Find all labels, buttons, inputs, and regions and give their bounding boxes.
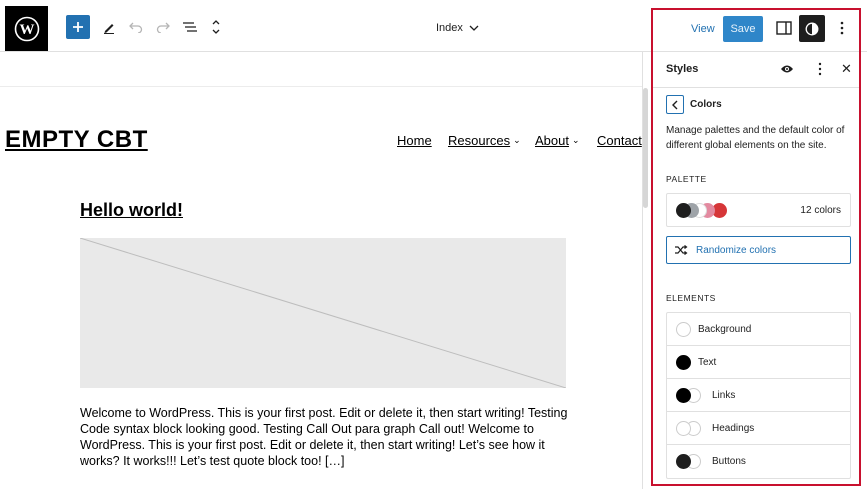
document-title-dropdown[interactable]: Index <box>436 22 479 34</box>
site-title[interactable]: EMPTY CBT <box>5 126 148 154</box>
undo-icon <box>129 22 143 33</box>
placeholder-diagonal <box>80 238 566 388</box>
nav-item-label: Resources <box>448 133 511 148</box>
featured-image-placeholder[interactable] <box>80 238 566 388</box>
color-indicator-pair <box>676 387 702 403</box>
nav-item-label: Home <box>397 133 432 148</box>
color-indicator <box>676 321 691 337</box>
close-icon: ✕ <box>841 61 852 76</box>
chevron-down-icon <box>469 25 479 31</box>
nav-item-about[interactable]: About ⌄ <box>535 133 580 148</box>
wordpress-logo-button[interactable]: W <box>5 6 48 51</box>
wordpress-icon: W <box>14 16 39 41</box>
colors-screen-title: Colors <box>690 99 722 110</box>
add-block-icon <box>73 22 83 32</box>
palette-section-label: PALETTE <box>666 174 707 184</box>
color-indicator-pair <box>676 454 702 469</box>
canvas-scrollbar[interactable] <box>643 88 648 208</box>
nav-item-label: About <box>535 133 569 148</box>
redo-button[interactable] <box>151 15 175 39</box>
element-label: Links <box>712 389 736 401</box>
elements-section-label: ELEMENTS <box>666 293 716 303</box>
styles-options-button[interactable] <box>816 62 824 76</box>
post-excerpt[interactable]: Welcome to WordPress. This is your first… <box>80 405 580 469</box>
list-view-icon <box>183 22 197 32</box>
nav-item-home[interactable]: Home <box>397 133 432 148</box>
style-book-button[interactable] <box>780 62 794 74</box>
randomize-colors-label: Randomize colors <box>696 244 777 256</box>
element-buttons[interactable]: Buttons <box>667 445 850 478</box>
chevron-up-down-icon <box>212 20 220 34</box>
nav-item-label: Contact <box>597 133 642 148</box>
shuffle-icon <box>675 245 688 255</box>
close-styles-button[interactable]: ✕ <box>841 62 852 75</box>
randomize-colors-button[interactable]: Randomize colors <box>666 236 851 264</box>
undo-button[interactable] <box>124 15 148 39</box>
add-block-button[interactable] <box>66 15 90 39</box>
back-button[interactable] <box>666 95 684 114</box>
options-icon <box>818 62 822 76</box>
element-headings[interactable]: Headings <box>667 412 850 445</box>
palette-button[interactable]: 12 colors <box>666 193 851 227</box>
palette-swatch <box>676 203 691 218</box>
element-label: Headings <box>712 422 755 434</box>
styles-panel-title: Styles <box>666 63 699 75</box>
chevron-down-icon: ⌄ <box>571 135 580 145</box>
element-links[interactable]: Links <box>667 379 850 412</box>
element-text[interactable]: Text <box>667 346 850 379</box>
chevron-left-icon <box>672 100 678 109</box>
element-label: Text <box>698 356 717 368</box>
svg-text:W: W <box>19 22 34 38</box>
color-indicator <box>676 354 691 370</box>
pencil-icon <box>104 24 114 34</box>
tools-button[interactable] <box>97 15 121 39</box>
panel-separator <box>653 87 859 88</box>
canvas-top-band <box>0 52 643 87</box>
post-title[interactable]: Hello world! <box>80 200 183 221</box>
element-label: Buttons <box>712 456 746 467</box>
element-label: Background <box>698 323 752 335</box>
nav-item-contact[interactable]: Contact <box>597 133 642 148</box>
list-view-button[interactable] <box>178 15 202 39</box>
eye-icon <box>781 65 793 73</box>
document-title: Index <box>436 22 463 34</box>
chevron-down-icon: ⌄ <box>513 135 521 145</box>
nav-item-resources[interactable]: Resources ⌄ <box>448 133 521 148</box>
palette-count: 12 colors <box>800 205 841 216</box>
colors-description: Manage palettes and the default color of… <box>666 125 845 151</box>
redo-icon <box>156 22 170 33</box>
elements-list: Background Text Links Headings Buttons <box>666 312 851 479</box>
document-overview-button[interactable] <box>204 15 228 39</box>
element-background[interactable]: Background <box>667 313 850 346</box>
color-indicator-pair <box>676 420 702 436</box>
